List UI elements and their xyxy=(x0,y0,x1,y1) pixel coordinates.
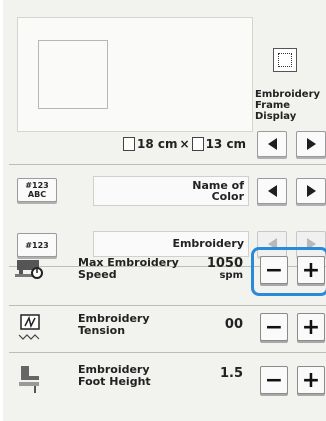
foot-height-plus-button[interactable]: + xyxy=(297,366,325,394)
settings-panel: Embroidery Frame Display 18 cm × 13 cm #… xyxy=(3,0,326,421)
color-prev-button[interactable] xyxy=(257,178,287,204)
divider xyxy=(9,305,326,306)
frame-prev-button[interactable] xyxy=(257,131,287,157)
embroidery-frame-display-label: Embroidery Frame Display xyxy=(255,89,321,122)
frame-width-value: 13 cm xyxy=(205,137,247,151)
foot-height-label: Embroidery Foot Height xyxy=(78,363,151,388)
arrow-right-icon xyxy=(306,138,316,150)
tension-plus-button[interactable]: + xyxy=(297,313,325,341)
embroidery-frame-display-icon xyxy=(273,48,297,72)
width-icon xyxy=(191,137,204,151)
max-speed-label: Max Embroidery Speed xyxy=(78,256,179,281)
tension-icon xyxy=(15,313,45,340)
thread-number-value: Embroidery xyxy=(172,237,244,250)
thread-number-display-button[interactable]: #123 ABC xyxy=(17,178,57,202)
thread-color-setting: Name of Color xyxy=(93,176,249,206)
speed-number: 1050 xyxy=(206,256,243,271)
foot-height-value: 1.5 xyxy=(219,366,243,381)
arrow-right-icon xyxy=(306,185,316,197)
embroidery-frame-preview xyxy=(17,17,253,132)
height-icon xyxy=(123,137,135,151)
tension-label: Embroidery Tension xyxy=(78,312,150,337)
frame-outline xyxy=(38,40,108,109)
tension-value: 00 xyxy=(224,317,243,332)
foot-height-icon xyxy=(15,364,45,393)
thread-number-bottom: ABC xyxy=(27,190,47,199)
tension-minus-button[interactable]: − xyxy=(260,313,288,341)
thread-number-label: #123 xyxy=(25,240,49,250)
sewing-machine-speed-icon xyxy=(15,254,45,280)
divider xyxy=(9,352,326,353)
thread-number-top: #123 xyxy=(25,181,49,190)
times-sign: × xyxy=(179,137,190,151)
arrow-left-icon xyxy=(267,185,277,197)
speed-controls-highlight xyxy=(251,247,326,296)
divider xyxy=(9,164,326,165)
color-next-button[interactable] xyxy=(296,178,326,204)
thread-number-setting: Embroidery xyxy=(93,231,249,257)
foot-height-minus-button[interactable]: − xyxy=(260,366,288,394)
thread-color-value: Name of Color xyxy=(192,179,244,203)
max-speed-value: 1050 spm xyxy=(183,256,243,282)
frame-size-readout: 18 cm × 13 cm xyxy=(123,137,246,151)
speed-unit: spm xyxy=(219,270,243,281)
frame-height-value: 18 cm xyxy=(137,137,178,151)
arrow-left-icon xyxy=(267,138,277,150)
frame-next-button[interactable] xyxy=(296,131,326,157)
